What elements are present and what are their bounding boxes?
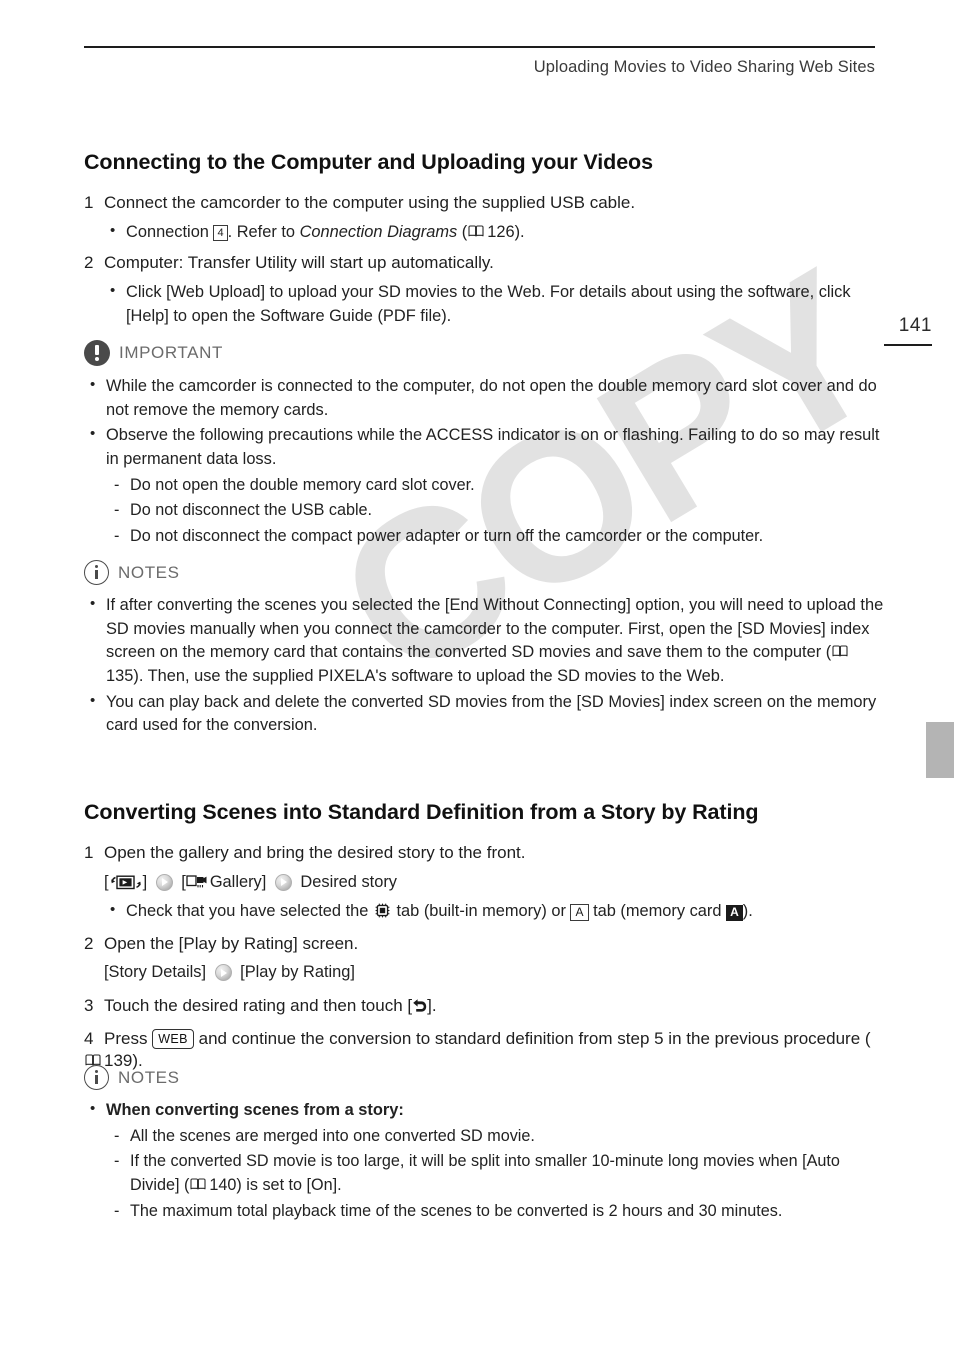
- bullet-connection-ref: Connection 4. Refer to Connection Diagra…: [104, 220, 884, 245]
- step-number: 4: [84, 1028, 94, 1048]
- info-icon: [84, 1065, 109, 1090]
- step-number: 1: [84, 193, 94, 212]
- running-header-title: Uploading Movies to Video Sharing Web Si…: [533, 58, 875, 76]
- important-header: IMPORTANT: [84, 340, 884, 366]
- notes-subitem: If the converted SD movie is too large, …: [106, 1150, 884, 1197]
- important-icon: [84, 340, 110, 366]
- notes-subitem: The maximum total playback time of the s…: [106, 1200, 884, 1224]
- step-text: Open the gallery and bring the desired s…: [104, 843, 526, 862]
- step-2-transfer-utility: 2 Computer: Transfer Utility will start u…: [84, 252, 884, 275]
- notes-header: NOTES: [84, 1065, 884, 1090]
- step-number: 2: [84, 253, 94, 273]
- playback-mode-icon: [109, 874, 143, 891]
- notes-label: NOTES: [118, 1067, 180, 1087]
- notes-label: NOTES: [118, 562, 180, 582]
- important-bullet: While the camcorder is connected to the …: [84, 374, 884, 422]
- page-number-rule: [884, 344, 932, 346]
- important-subitem: Do not disconnect the compact power adap…: [106, 525, 884, 549]
- important-bullet: Observe the following precautions while …: [84, 423, 884, 549]
- step-2-play-by-rating: 2 Open the [Play by Rating] screen.: [84, 933, 884, 956]
- arrow-right-circle-icon: [155, 873, 173, 891]
- bullet-web-upload: Click [Web Upload] to upload your SD mov…: [104, 280, 884, 328]
- cross-ref-title: Connection Diagrams: [299, 222, 458, 241]
- section-converting: Converting Scenes into Standard Definiti…: [84, 800, 884, 1073]
- header-rule: [84, 46, 875, 48]
- step-text: Computer: Transfer Utility will start up…: [104, 253, 494, 273]
- section-connecting: Connecting to the Computer and Uploading…: [84, 150, 884, 330]
- gallery-icon: [186, 873, 208, 888]
- step-1-open-gallery: 1 Open the gallery and bring the desired …: [84, 842, 884, 865]
- important-subitem: Do not open the double memory card slot …: [106, 474, 884, 498]
- step-1-connect: 1 Connect the camcorder to the computer u…: [84, 192, 884, 215]
- notes-bullet-title: When converting scenes from a story:: [106, 1101, 404, 1119]
- step-3-touch-rating: 3 Touch the desired rating and then touch…: [84, 995, 884, 1018]
- book-page-icon: [468, 225, 484, 238]
- callout-important: IMPORTANT While the camcorder is connect…: [84, 340, 884, 550]
- book-page-icon: [832, 645, 848, 658]
- callout-notes-1: NOTES If after converting the scenes you…: [84, 560, 884, 740]
- notes-subitem: All the scenes are merged into one conve…: [106, 1125, 884, 1149]
- step-number: 3: [84, 995, 94, 1015]
- memory-card-a-solid-icon: A: [726, 904, 743, 921]
- menu-path-play-by-rating: [Story Details] [Play by Rating]: [104, 963, 355, 982]
- step-number: 1: [84, 843, 94, 862]
- notes-bullet: If after converting the scenes you selec…: [84, 593, 884, 689]
- section-heading-connecting: Connecting to the Computer and Uploading…: [84, 150, 653, 174]
- arrow-right-circle-icon: [214, 964, 232, 982]
- memory-card-a-outline-icon: A: [570, 904, 589, 922]
- arrow-right-circle-icon: [274, 873, 292, 891]
- notes-bullet: You can play back and delete the convert…: [84, 689, 884, 738]
- page-number: 141: [898, 315, 932, 336]
- notes-bullet: When converting scenes from a story: All…: [84, 1098, 884, 1224]
- connection-number-box: 4: [213, 224, 228, 241]
- info-icon: [84, 560, 109, 585]
- web-button-icon[interactable]: WEB: [152, 1028, 194, 1049]
- callout-notes-2: NOTES When converting scenes from a stor…: [84, 1065, 884, 1225]
- menu-path-gallery: [] [Gallery] Desired story: [104, 872, 397, 891]
- bullet-check-tab: Check that you have selected the tab (bu…: [104, 899, 884, 924]
- built-in-memory-icon: [375, 902, 390, 918]
- book-page-icon: [190, 1178, 206, 1191]
- important-subitem: Do not disconnect the USB cable.: [106, 499, 884, 523]
- section-heading-converting: Converting Scenes into Standard Definiti…: [84, 800, 759, 824]
- important-label: IMPORTANT: [119, 343, 223, 362]
- step-text: Connect the camcorder to the computer us…: [104, 193, 636, 212]
- step-number: 2: [84, 933, 94, 953]
- side-chapter-tab: [926, 722, 954, 778]
- step-text: Open the [Play by Rating] screen.: [104, 933, 359, 953]
- notes-header: NOTES: [84, 560, 884, 585]
- return-arrow-icon: [412, 997, 427, 1012]
